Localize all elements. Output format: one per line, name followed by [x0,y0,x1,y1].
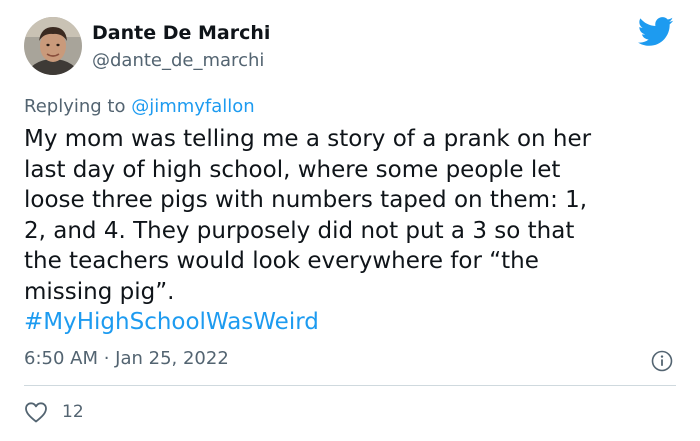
reply-context: Replying to @jimmyfallon [24,96,255,117]
like-button[interactable]: 12 [24,400,84,424]
author-handle[interactable]: @dante_de_marchi [92,50,264,71]
author-name[interactable]: Dante De Marchi [92,22,270,44]
heart-icon [25,402,47,423]
reply-prefix: Replying to [24,96,132,117]
info-icon[interactable] [651,350,673,372]
reply-mention-link[interactable]: @jimmyfallon [131,96,255,117]
like-count: 12 [62,402,84,422]
tweet-card: Dante De Marchi @dante_de_marchi Replyin… [0,0,700,441]
tweet-timestamp[interactable]: 6:50 AM · Jan 25, 2022 [24,348,229,369]
tweet-text: My mom was telling me a story of a prank… [24,126,592,305]
divider [24,385,676,386]
avatar[interactable] [24,17,82,75]
hashtag-link[interactable]: #MyHighSchoolWasWeird [24,309,319,335]
twitter-bird-icon[interactable] [638,17,674,47]
